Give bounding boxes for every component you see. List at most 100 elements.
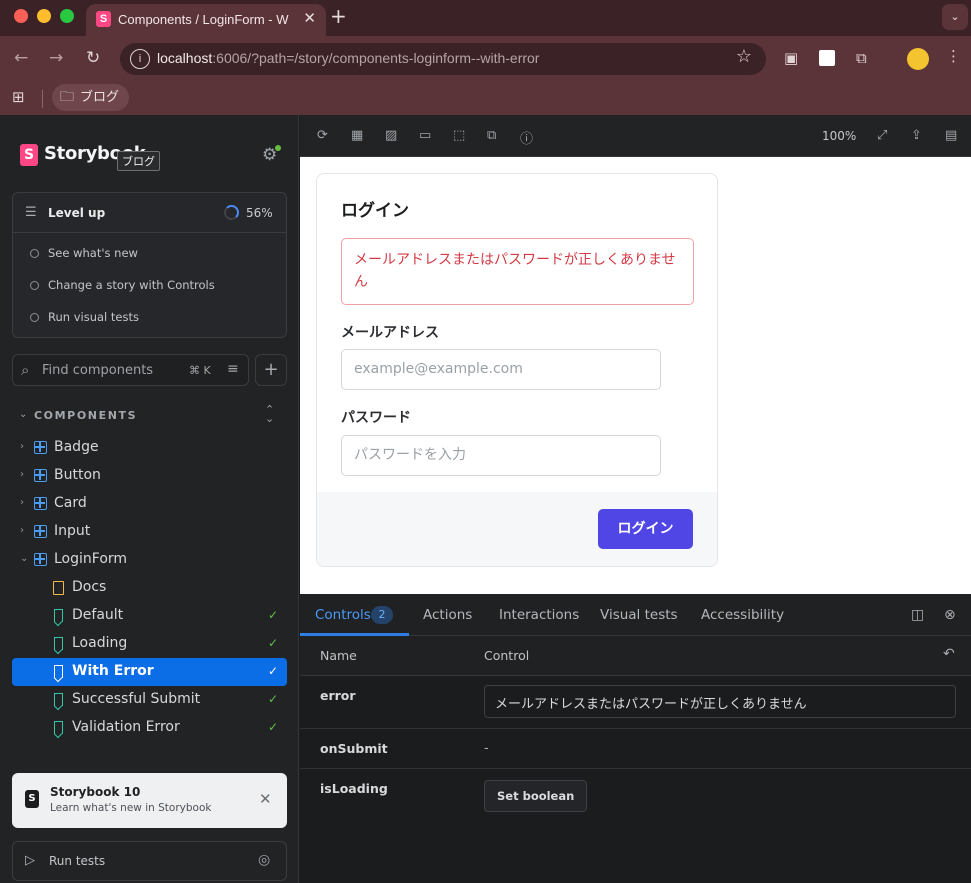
play-icon[interactable]: ▷ — [25, 853, 35, 868]
watch-mode-icon[interactable]: ◎ — [258, 852, 270, 868]
tab-interactions[interactable]: Interactions — [499, 607, 579, 623]
share-icon[interactable]: ⇪ — [911, 128, 922, 143]
minimize-window-button[interactable] — [37, 9, 51, 23]
error-textarea[interactable]: メールアドレスまたはパスワードが正しくありません — [484, 685, 956, 718]
bookmark-folder-label: ブログ — [80, 90, 120, 105]
browser-titlebar: S Components / LoginForm - W ✕ + ⌄ — [0, 0, 971, 36]
sidebar-item-button[interactable]: › Button — [12, 462, 287, 490]
apps-grid-icon[interactable]: ⊞ — [12, 88, 25, 106]
remount-icon[interactable]: ⟳ — [317, 128, 328, 143]
search-input[interactable]: ⌕ Find components ⌘ K ≡ — [12, 354, 249, 386]
set-boolean-button[interactable]: Set boolean — [484, 780, 588, 812]
sidebar-item-card[interactable]: › Card — [12, 490, 287, 518]
bookmark-star-icon[interactable]: ☆ — [736, 46, 752, 67]
email-field[interactable]: example@example.com — [341, 349, 661, 390]
whats-new-notification[interactable]: S Storybook 10 Learn what's new in Story… — [12, 773, 287, 828]
filter-icon[interactable]: ≡ — [227, 361, 239, 377]
sidebar-item-docs[interactable]: Docs — [12, 574, 287, 602]
tab-title: Components / LoginForm - W — [118, 12, 289, 27]
accessibility-icon[interactable]: ⓘ — [520, 128, 533, 147]
tree-item-label: Successful Submit — [72, 691, 201, 707]
checklist-item-dot-icon — [30, 313, 39, 322]
card-footer: ログイン — [317, 492, 717, 566]
level-up-header[interactable]: ☰ Level up 56% — [13, 193, 286, 233]
chevron-right-icon: › — [20, 441, 24, 452]
checklist-item[interactable]: Change a story with Controls — [48, 278, 215, 292]
notification-subtitle: Learn what's new in Storybook — [50, 802, 212, 814]
profile-avatar[interactable] — [907, 48, 929, 70]
sidebar-item-badge[interactable]: › Badge — [12, 434, 287, 462]
control-name: onSubmit — [320, 741, 388, 756]
sidebar-item-validation-error[interactable]: Validation Error ✓ — [12, 714, 287, 742]
password-field[interactable]: パスワードを入力 — [341, 435, 661, 476]
sidebar-item-loading[interactable]: Loading ✓ — [12, 630, 287, 658]
grid-icon[interactable]: ▦ — [351, 128, 363, 143]
addons-panel: Controls 2 Actions Interactions Visual t… — [300, 594, 971, 883]
maximize-window-button[interactable] — [60, 9, 74, 23]
story-preview: ログイン メールアドレスまたはパスワードが正しくありません メールアドレス ex… — [300, 157, 971, 594]
extension-white-icon[interactable] — [819, 50, 835, 66]
tree-item-label: Input — [54, 523, 91, 539]
tab-search-chevron-icon[interactable]: ⌄ — [942, 4, 968, 30]
open-in-editor-icon[interactable]: ▤ — [945, 128, 957, 143]
storybook-sidebar: S Storybook ブログ ⚙ ☰ Level up 56% See wha… — [0, 115, 299, 883]
viewport-icon[interactable]: ▭ — [419, 128, 431, 143]
expand-collapse-icon[interactable]: ⌃ ⌄ — [265, 404, 274, 424]
chevron-down-icon[interactable]: ⌄ — [19, 409, 27, 420]
browser-menu-icon[interactable]: ⋮ — [946, 47, 961, 65]
component-icon — [34, 525, 47, 538]
checklist-item-dot-icon — [30, 281, 39, 290]
outline-icon[interactable]: ⧉ — [487, 128, 496, 143]
level-up-checklist: ☰ Level up 56% See what's new Change a s… — [12, 192, 287, 338]
site-info-icon[interactable]: i — [130, 49, 150, 69]
bookmarks-divider — [42, 90, 43, 108]
zoom-level[interactable]: 100% — [822, 129, 856, 143]
tab-controls[interactable]: Controls — [315, 607, 371, 623]
search-placeholder: Find components — [42, 363, 154, 378]
tab-accessibility[interactable]: Accessibility — [701, 607, 784, 623]
components-section-title[interactable]: COMPONENTS — [34, 409, 137, 422]
run-tests-button[interactable]: Run tests — [49, 854, 105, 868]
bookmark-story-icon — [54, 637, 63, 650]
close-icon[interactable]: ✕ — [259, 790, 272, 808]
panel-orientation-icon[interactable]: ◫ — [911, 607, 924, 623]
sidebar-item-input[interactable]: › Input — [12, 518, 287, 546]
back-icon[interactable]: ← — [14, 48, 28, 68]
measure-icon[interactable]: ⬚ — [453, 128, 465, 143]
component-icon — [34, 553, 47, 566]
sidebar-item-default[interactable]: Default ✓ — [12, 602, 287, 630]
storybook-logo-icon: S — [20, 144, 38, 166]
create-story-button[interactable]: + — [255, 354, 287, 386]
new-tab-icon[interactable]: + — [330, 4, 347, 28]
error-alert: メールアドレスまたはパスワードが正しくありません — [341, 238, 694, 305]
bookmark-folder[interactable]: 🗀 ブログ — [52, 84, 130, 111]
reload-icon[interactable]: ↻ — [86, 48, 100, 68]
control-name: error — [320, 688, 356, 703]
control-row-isloading: isLoading Set boolean — [300, 769, 971, 824]
sidebar-item-with-error[interactable]: With Error ✓ — [12, 658, 287, 686]
checklist-item[interactable]: Run visual tests — [48, 310, 139, 324]
notification-title: Storybook 10 — [50, 785, 141, 799]
address-bar[interactable]: i localhost:6006/?path=/story/components… — [120, 43, 766, 75]
puzzle-extensions-icon[interactable]: ⧉ — [856, 49, 867, 67]
login-button[interactable]: ログイン — [598, 509, 693, 549]
reset-controls-icon[interactable]: ↶ — [943, 646, 955, 662]
sidebar-item-successful-submit[interactable]: Successful Submit ✓ — [12, 686, 287, 714]
close-panel-icon[interactable]: ⊗ — [944, 607, 956, 623]
bookmark-story-icon — [54, 665, 63, 678]
tab-visual-tests[interactable]: Visual tests — [600, 607, 678, 623]
tab-actions[interactable]: Actions — [423, 607, 472, 623]
login-title: ログイン — [341, 201, 409, 221]
tab-close-icon[interactable]: ✕ — [303, 9, 316, 27]
control-row-onsubmit: onSubmit - — [300, 729, 971, 769]
storybook-favicon-icon: S — [96, 11, 111, 27]
extension-icon[interactable]: ▣ — [784, 49, 798, 67]
sidebar-item-loginform[interactable]: ⌄ LoginForm — [12, 546, 287, 574]
checklist-item[interactable]: See what's new — [48, 246, 138, 260]
close-window-button[interactable] — [14, 9, 28, 23]
browser-tab-active[interactable]: S Components / LoginForm - W ✕ — [86, 4, 326, 36]
browser-toolbar: ← → ↻ i localhost:6006/?path=/story/comp… — [0, 36, 971, 82]
forward-icon[interactable]: → — [49, 48, 63, 68]
fullscreen-icon[interactable]: ⤢ — [877, 128, 887, 143]
background-icon[interactable]: ▨ — [385, 128, 397, 143]
